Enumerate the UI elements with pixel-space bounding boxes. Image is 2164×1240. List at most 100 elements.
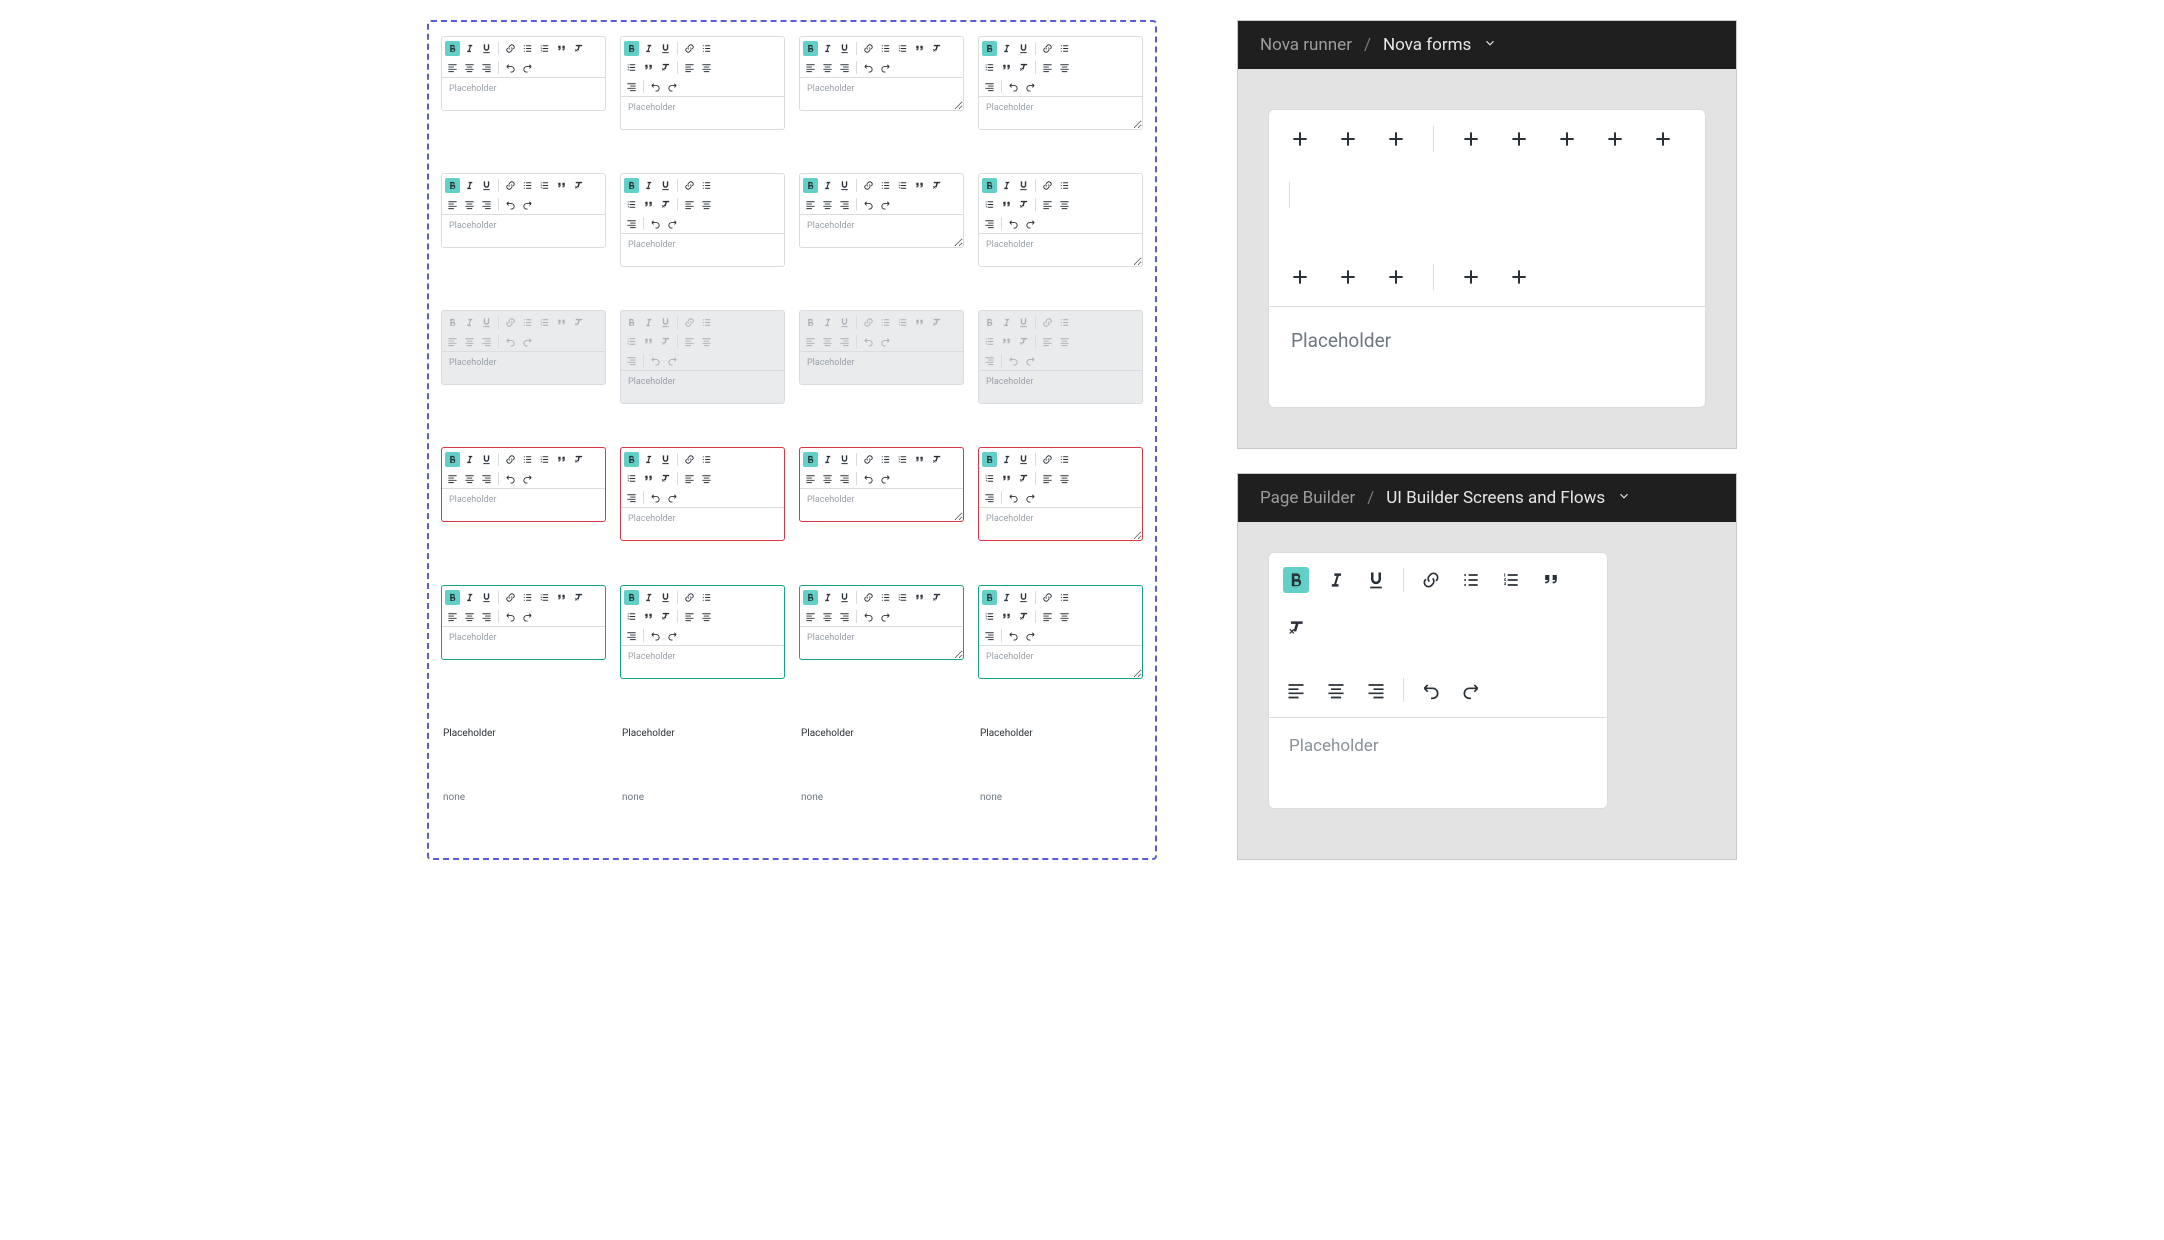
link-button[interactable] [682, 452, 697, 467]
align-left-button[interactable] [682, 471, 697, 486]
undo-button[interactable] [648, 628, 663, 643]
underline-button[interactable] [479, 590, 494, 605]
quote-button[interactable] [999, 471, 1014, 486]
rte-input[interactable]: Placeholder [979, 646, 1142, 678]
italic-button[interactable] [641, 178, 656, 193]
quote-button[interactable] [1538, 567, 1564, 593]
link-button[interactable] [861, 41, 876, 56]
clear-format-button[interactable] [929, 315, 944, 330]
clear-format-button[interactable] [658, 334, 673, 349]
align-left-button[interactable] [803, 334, 818, 349]
quote-button[interactable] [554, 41, 569, 56]
toolbar-placeholder-button[interactable] [1508, 266, 1530, 288]
clear-format-button[interactable] [929, 452, 944, 467]
quote-button[interactable] [641, 60, 656, 75]
align-center-button[interactable] [820, 197, 835, 212]
bullet-list-button[interactable] [1057, 178, 1072, 193]
bold-button[interactable] [803, 41, 818, 56]
undo-button[interactable] [503, 60, 518, 75]
toolbar-placeholder-button[interactable] [1337, 266, 1359, 288]
redo-button[interactable] [665, 490, 680, 505]
redo-button[interactable] [1023, 353, 1038, 368]
breadcrumb-page[interactable]: UI Builder Screens and Flows [1386, 488, 1605, 508]
bullet-list-button[interactable] [520, 452, 535, 467]
redo-button[interactable] [520, 334, 535, 349]
italic-button[interactable] [999, 590, 1014, 605]
align-center-button[interactable] [820, 609, 835, 624]
align-center-button[interactable] [462, 60, 477, 75]
align-center-button[interactable] [1057, 609, 1072, 624]
ordered-list-button[interactable] [982, 334, 997, 349]
redo-button[interactable] [878, 197, 893, 212]
italic-button[interactable] [462, 41, 477, 56]
undo-button[interactable] [648, 490, 663, 505]
align-center-button[interactable] [462, 334, 477, 349]
bold-button[interactable] [445, 41, 460, 56]
align-center-button[interactable] [699, 197, 714, 212]
rte-input[interactable]: Placeholder [1269, 718, 1607, 808]
redo-button[interactable] [878, 334, 893, 349]
bullet-list-button[interactable] [878, 590, 893, 605]
rte-input[interactable]: Placeholder [979, 97, 1142, 129]
underline-button[interactable] [1016, 178, 1031, 193]
redo-button[interactable] [878, 60, 893, 75]
toolbar-placeholder-button[interactable] [1289, 266, 1311, 288]
clear-format-button[interactable] [1016, 471, 1031, 486]
align-left-button[interactable] [1040, 60, 1055, 75]
clear-format-button[interactable] [571, 590, 586, 605]
quote-button[interactable] [641, 197, 656, 212]
link-button[interactable] [503, 315, 518, 330]
bold-button[interactable] [982, 452, 997, 467]
align-center-button[interactable] [1057, 197, 1072, 212]
italic-button[interactable] [641, 590, 656, 605]
align-left-button[interactable] [445, 471, 460, 486]
redo-button[interactable] [520, 609, 535, 624]
bold-button[interactable] [445, 315, 460, 330]
underline-button[interactable] [658, 590, 673, 605]
italic-button[interactable] [462, 178, 477, 193]
clear-format-button[interactable] [658, 609, 673, 624]
align-right-button[interactable] [982, 490, 997, 505]
align-right-button[interactable] [837, 197, 852, 212]
bullet-list-button[interactable] [1057, 452, 1072, 467]
quote-button[interactable] [912, 315, 927, 330]
clear-format-button[interactable] [658, 60, 673, 75]
rte-input[interactable]: Placeholder [442, 489, 605, 521]
bold-button[interactable] [982, 178, 997, 193]
rte-input[interactable]: Placeholder [442, 78, 605, 110]
rte-input[interactable]: Placeholder [442, 215, 605, 247]
ordered-list-button[interactable] [895, 452, 910, 467]
align-center-button[interactable] [1057, 60, 1072, 75]
bold-button[interactable] [624, 178, 639, 193]
align-left-button[interactable] [1040, 334, 1055, 349]
align-left-button[interactable] [682, 334, 697, 349]
ordered-list-button[interactable] [624, 609, 639, 624]
undo-button[interactable] [1006, 628, 1021, 643]
redo-button[interactable] [520, 197, 535, 212]
quote-button[interactable] [554, 178, 569, 193]
undo-button[interactable] [503, 609, 518, 624]
underline-button[interactable] [658, 41, 673, 56]
undo-button[interactable] [503, 334, 518, 349]
bold-button[interactable] [624, 452, 639, 467]
redo-button[interactable] [1458, 677, 1484, 703]
italic-button[interactable] [820, 590, 835, 605]
align-center-button[interactable] [699, 60, 714, 75]
chevron-down-icon[interactable] [1617, 488, 1631, 508]
align-right-button[interactable] [982, 353, 997, 368]
link-button[interactable] [861, 452, 876, 467]
quote-button[interactable] [641, 609, 656, 624]
underline-button[interactable] [479, 452, 494, 467]
bullet-list-button[interactable] [699, 178, 714, 193]
italic-button[interactable] [999, 178, 1014, 193]
clear-format-button[interactable] [1016, 609, 1031, 624]
align-left-button[interactable] [803, 197, 818, 212]
clear-format-button[interactable] [571, 452, 586, 467]
toolbar-placeholder-button[interactable] [1652, 128, 1674, 150]
rte-input[interactable]: Placeholder [1269, 307, 1705, 407]
redo-button[interactable] [665, 79, 680, 94]
bullet-list-button[interactable] [878, 315, 893, 330]
undo-button[interactable] [1006, 79, 1021, 94]
bold-button[interactable] [624, 315, 639, 330]
undo-button[interactable] [648, 79, 663, 94]
